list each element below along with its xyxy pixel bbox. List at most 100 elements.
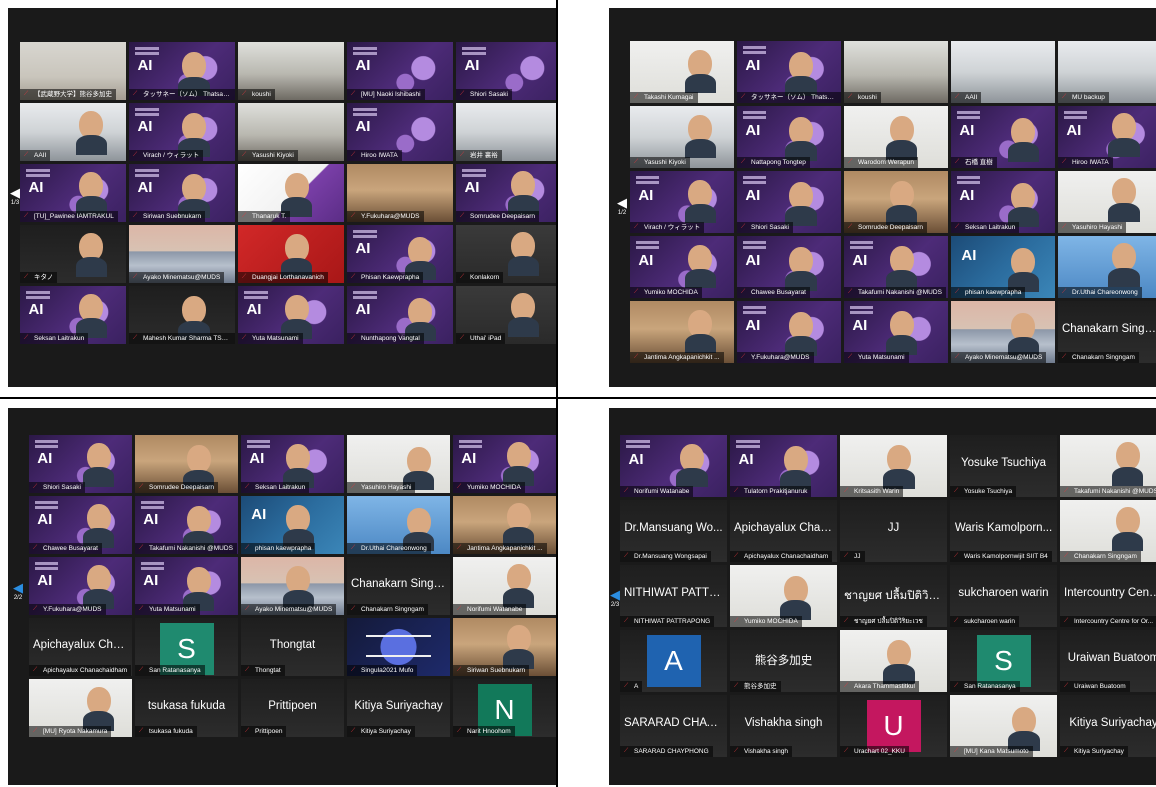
participant-video-tile[interactable]: ⟋ koushi [238,42,344,100]
participant-video-tile[interactable]: ⟋ Takafumi Nakanishi @MUDS [1060,435,1156,497]
participant-video-tile[interactable]: ⟋ タッサネー（ソム） Thatsanee (... [129,42,235,100]
participant-video-tile[interactable]: Kitiya Suriyachay ⟋ Kitiya Suriyachay [347,679,450,737]
participant-video-tile[interactable]: ⟋ Seksan Laitrakun [241,435,344,493]
participant-video-tile[interactable]: JJ ⟋ JJ [840,500,947,562]
participant-video-tile[interactable]: ⟋ Yumiko MOCHIDA [453,435,556,493]
participant-video-tile[interactable]: Dr.Mansuang Wo... ⟋ Dr.Mansuang Wongsapai [620,500,727,562]
participant-video-tile[interactable]: ⟋ Ayako Minematsu@MUDS [951,301,1055,363]
participant-video-tile[interactable]: ⟋ Dr.Uthai Chareonwong [347,496,450,554]
participant-video-tile[interactable]: Prittipoen ⟋ Prittipoen [241,679,344,737]
participant-video-tile[interactable]: ⟋ Y.Fukuhara@MUDS [29,557,132,615]
participant-video-tile[interactable]: tsukasa fukuda ⟋ tsukasa fukuda [135,679,238,737]
participant-video-tile[interactable]: Apichayalux Chan... ⟋ Apichayalux Chanacha… [730,500,837,562]
participant-video-tile[interactable]: Apichayalux Chan... ⟋ Apichayalux Chanacha… [29,618,132,676]
participant-video-tile[interactable]: ⟋ Dr.Uthai Chareonwong [1058,236,1156,298]
participant-video-tile[interactable]: ⟋ Yumiko MOCHIDA [730,565,837,627]
participant-video-tile[interactable]: ⟋ Virach / ウィラット [630,171,734,233]
participant-video-tile[interactable]: Waris Kamolporn... ⟋ Waris Kamolpornwijit … [950,500,1057,562]
participant-video-tile[interactable]: NITHIWAT PATTR... ⟋ NITHIWAT PATTRAPONG [620,565,727,627]
participant-video-tile[interactable]: ⟋ Takafumi Nakanishi @MUDS [135,496,238,554]
participant-video-tile[interactable]: ⟋ Norifumi Watanabe [453,557,556,615]
participant-video-tile[interactable]: ⟋ Kritsasith Warin [840,435,947,497]
participant-video-tile[interactable]: ⟋ Takafumi Nakanishi @MUDS [844,236,948,298]
participant-video-tile[interactable]: ⟋ Nunthapong Vangtal [347,286,453,344]
participant-video-tile[interactable]: ⟋ タッサネー（ソム） Thatsanee (... [737,41,841,103]
participant-video-tile[interactable]: ⟋ Shiori Sasaki [29,435,132,493]
participant-video-tile[interactable]: S ⟋ San Ratanasanya [950,630,1057,692]
participant-video-tile[interactable]: ⟋ Warodom Werapun [844,106,948,168]
participant-video-tile[interactable]: ⟋ Nattapong Tongtep [737,106,841,168]
participant-video-tile[interactable]: ⟋ koushi [844,41,948,103]
participant-video-tile[interactable]: ⟋ Somrudee Deepaisarn [135,435,238,493]
participant-video-tile[interactable]: ⟋ Yasushi Kiyoki [630,106,734,168]
participant-video-tile[interactable]: Uraiwan Buatoom ⟋ Uraiwan Buatoom [1060,630,1156,692]
participant-video-tile[interactable]: A ⟋ A [620,630,727,692]
participant-video-tile[interactable]: ⟋ Jantima Angkapanichkit ... [630,301,734,363]
participant-video-tile[interactable]: Kitiya Suriyachay ⟋ Kitiya Suriyachay [1060,695,1156,757]
participant-video-tile[interactable]: S ⟋ San Ratanasanya [135,618,238,676]
participant-video-tile[interactable]: ⟋ 【武蔵野大学】熊谷多加史 [20,42,126,100]
participant-video-tile[interactable]: ⟋ Yuta Matsunami [135,557,238,615]
page-nav-left[interactable]: ◀ 1/2 [616,196,628,217]
participant-video-tile[interactable]: SARARAD CHAYP... ⟋ SARARAD CHAYPHONG [620,695,727,757]
participant-video-tile[interactable]: ⟋ Singula2021 Mufo [347,618,450,676]
participant-video-tile[interactable]: 熊谷多加史 ⟋ 熊谷多加史 [730,630,837,692]
participant-video-tile[interactable]: Intercountry Centr... ⟋ Intercountry Centr… [1060,565,1156,627]
participant-video-tile[interactable]: ⟋ Siriwan Suebnukarn [453,618,556,676]
participant-video-tile[interactable]: ⟋ Duangjai Lorthanavanich [238,225,344,283]
participant-video-tile[interactable]: ⟋ Tulatorn Prakitjanuruk [730,435,837,497]
participant-video-tile[interactable]: ⟋ Jantima Angkapanichkit ... [453,496,556,554]
participant-video-tile[interactable]: ⟋ Yasushi Kiyoki [238,103,344,161]
participant-video-tile[interactable]: ⟋ Siriwan Suebnukarn [129,164,235,222]
participant-video-tile[interactable]: ⟋ Yuta Matsunami [238,286,344,344]
participant-video-tile[interactable]: ⟋ Shiori Sasaki [456,42,556,100]
participant-video-tile[interactable]: ⟋ MU backup [1058,41,1156,103]
page-nav-left[interactable]: ◀ 2/2 [12,581,24,602]
participant-video-tile[interactable]: Chanakarn Singn... ⟋ Chanakarn Singngam [347,557,450,615]
participant-video-tile[interactable]: ⟋ Chawee Busayarat [29,496,132,554]
participant-video-tile[interactable]: ⟋ Hiroo IWATA [347,103,453,161]
participant-video-tile[interactable]: ⟋ Somrudee Deepaisarn [844,171,948,233]
participant-video-tile[interactable]: ⟋ [MU] Ryota Nakamura [29,679,132,737]
participant-video-tile[interactable]: ⟋ キタノ [20,225,126,283]
participant-video-tile[interactable]: ⟋ Takashi Kumagai [630,41,734,103]
participant-video-tile[interactable]: ⟋ Konlakorn [456,225,556,283]
participant-video-tile[interactable]: ⟋ 石橋 直樹 [951,106,1055,168]
participant-video-tile[interactable]: ⟋ Chanakarn Singngam [1060,500,1156,562]
participant-video-tile[interactable]: ⟋ Uthai' iPad [456,286,556,344]
participant-video-tile[interactable]: Chanakarn Singn... ⟋ Chanakarn Singngam [1058,301,1156,363]
participant-video-tile[interactable]: ⟋ Ayako Minematsu@MUDS [241,557,344,615]
participant-video-tile[interactable]: ⟋ Seksan Laitrakun [951,171,1055,233]
participant-video-tile[interactable]: ⟋ Somrudee Deepaisarn [456,164,556,222]
participant-video-tile[interactable]: ⟋ Virach / ウィラット [129,103,235,161]
participant-video-tile[interactable]: ⟋ [MU] Kana Matsumoto [950,695,1057,757]
participant-video-tile[interactable]: ⟋ AAII [951,41,1055,103]
participant-video-tile[interactable]: ⟋ 岩井 裏裕 [456,103,556,161]
participant-video-tile[interactable]: Yosuke Tsuchiya ⟋ Yosuke Tsuchiya [950,435,1057,497]
participant-video-tile[interactable]: ⟋ phisan kaewprapha [951,236,1055,298]
participant-video-tile[interactable]: ⟋ AAII [20,103,126,161]
participant-video-tile[interactable]: N ⟋ Narit Hnoohom [453,679,556,737]
participant-video-tile[interactable]: ⟋ Seksan Laitrakun [20,286,126,344]
participant-video-tile[interactable]: ⟋ Phisan Kaewprapha [347,225,453,283]
participant-video-tile[interactable]: ⟋ [MU] Naoki Ishibashi [347,42,453,100]
participant-video-tile[interactable]: ⟋ Y.Fukuhara@MUDS [737,301,841,363]
participant-video-tile[interactable]: ⟋ [TU]_Pawinee IAMTRAKUL [20,164,126,222]
participant-video-tile[interactable]: Vishakha singh ⟋ Vishakha singh [730,695,837,757]
participant-video-tile[interactable]: ⟋ Akara Thammastitkul [840,630,947,692]
participant-video-tile[interactable]: ⟋ Thanaruk T. [238,164,344,222]
participant-video-tile[interactable]: ⟋ Mahesh Kumar Sharma TSE... [129,286,235,344]
participant-video-tile[interactable]: ⟋ Chawee Busayarat [737,236,841,298]
participant-video-tile[interactable]: ⟋ Ayako Minematsu@MUDS [129,225,235,283]
participant-video-tile[interactable]: ⟋ Y.Fukuhara@MUDS [347,164,453,222]
participant-video-tile[interactable]: ⟋ Hiroo IWATA [1058,106,1156,168]
participant-video-tile[interactable]: ⟋ Yasuhiro Hayashi [347,435,450,493]
participant-video-tile[interactable]: sukcharoen warin ⟋ sukcharoen warin [950,565,1057,627]
participant-video-tile[interactable]: ⟋ Norifumi Watanabe [620,435,727,497]
participant-video-tile[interactable]: ⟋ phisan kaewprapha [241,496,344,554]
participant-video-tile[interactable]: Thongtat ⟋ Thongtat [241,618,344,676]
participant-video-tile[interactable]: ⟋ Yuta Matsunami [844,301,948,363]
participant-video-tile[interactable]: ⟋ Shiori Sasaki [737,171,841,233]
participant-video-tile[interactable]: U ⟋ Urachart 02_KKU [840,695,947,757]
participant-video-tile[interactable]: ชาญยศ ปลื้มปิติวิริ... ⟋ ชาญยศ ปลื้มปิติวิ… [840,565,947,627]
